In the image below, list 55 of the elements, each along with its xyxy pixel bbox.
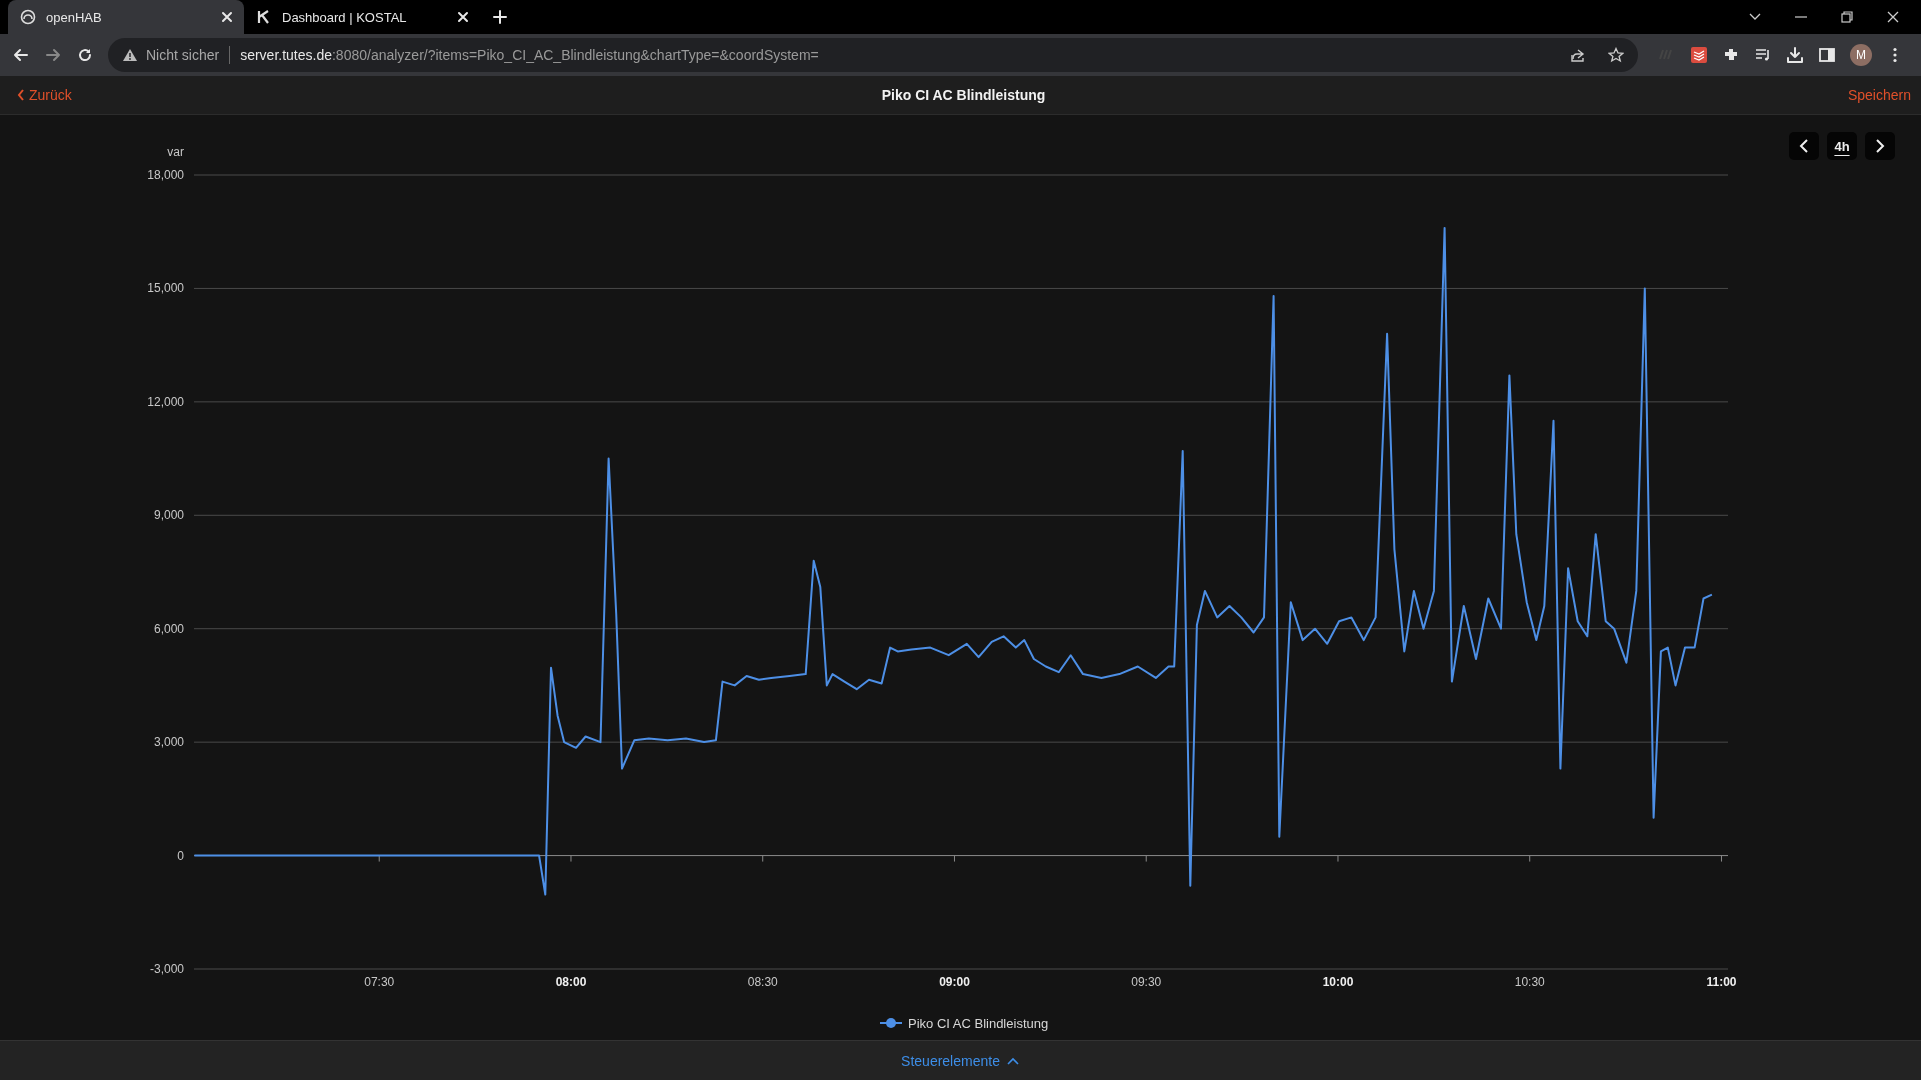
k-logo-icon — [256, 9, 272, 25]
browser-tab[interactable]: openHAB — [8, 0, 244, 34]
axis-tick-label: -3,000 — [149, 962, 184, 976]
axis-tick-label: 15,000 — [147, 281, 184, 296]
axis-tick-label: 08:30 — [747, 975, 778, 989]
plus-icon[interactable] — [492, 9, 508, 25]
url-text: server.tutes.de:8080/analyzer/?items=Piko_CI_AC_Blindleistung&chartType=&coordSystem= — [240, 47, 819, 63]
next-button[interactable] — [1865, 132, 1895, 160]
chevron-right-icon — [1874, 138, 1886, 154]
star-icon[interactable] — [1608, 47, 1624, 63]
download-icon[interactable] — [1786, 46, 1804, 64]
axis-tick-label: 12,000 — [147, 394, 184, 409]
tab-title: openHAB — [46, 9, 103, 25]
axis-tick-label: 11:00 — [1706, 975, 1737, 989]
close-icon[interactable] — [456, 10, 470, 24]
axis-tick-label: 09:30 — [1131, 975, 1162, 989]
chevron-up-icon — [1005, 1055, 1020, 1067]
security-label: Nicht sicher — [146, 47, 220, 63]
address-bar[interactable]: Nicht sicher server.tutes.de:8080/analyzer/?items=Piko_CI_AC_Blindleistung&chartType=&coordSystem= — [108, 38, 1638, 72]
restore-icon[interactable] — [1839, 9, 1855, 25]
back-link[interactable]: Zurück — [16, 87, 216, 103]
side-panel-icon[interactable] — [1818, 46, 1836, 64]
axis-tick-label: 10:00 — [1322, 975, 1354, 989]
axis-title: var — [167, 145, 184, 159]
playlist-icon[interactable] — [1754, 46, 1772, 64]
close-icon[interactable] — [1885, 9, 1901, 25]
chevron-left-icon — [16, 88, 25, 102]
period-button[interactable]: 4h — [1827, 132, 1857, 160]
axis-tick-label: 09:00 — [939, 975, 970, 989]
reload-icon[interactable] — [76, 46, 94, 64]
previous-button[interactable] — [1789, 132, 1819, 160]
axis-tick-label: 07:30 — [364, 975, 395, 989]
forward-arrow-icon[interactable] — [44, 46, 62, 64]
stacked-layers-icon[interactable] — [1690, 46, 1708, 64]
axis-tick-label: 08:00 — [555, 975, 587, 989]
ring-icon — [20, 9, 36, 25]
legend-label[interactable]: Piko CI AC Blindleistung — [908, 1016, 1049, 1031]
share-icon[interactable] — [1570, 47, 1586, 63]
axis-tick-label: 9,000 — [153, 508, 184, 523]
tab-title: Dashboard | KOSTAL — [282, 9, 408, 25]
profile-avatar[interactable]: M — [1850, 44, 1872, 66]
warning-icon — [122, 47, 138, 63]
page-title: Piko CI AC Blindleistung — [881, 87, 1046, 103]
chevron-left-icon — [1798, 138, 1810, 154]
controls-toggle[interactable]: Steuerelemente — [897, 1051, 1024, 1071]
save-link[interactable]: Speichern — [1711, 87, 1911, 103]
browser-tab[interactable]: Dashboard | KOSTAL — [244, 0, 480, 34]
axis-tick-label: 18,000 — [147, 168, 184, 182]
axis-tick-label: 6,000 — [153, 621, 184, 636]
back-arrow-icon[interactable] — [12, 46, 30, 64]
axis-tick-label: 3,000 — [153, 735, 184, 750]
axis-tick-label: 10:30 — [1514, 975, 1545, 989]
close-icon[interactable] — [220, 10, 234, 24]
legend-icon[interactable] — [879, 1018, 903, 1028]
axis-tick-label: 0 — [177, 848, 184, 863]
